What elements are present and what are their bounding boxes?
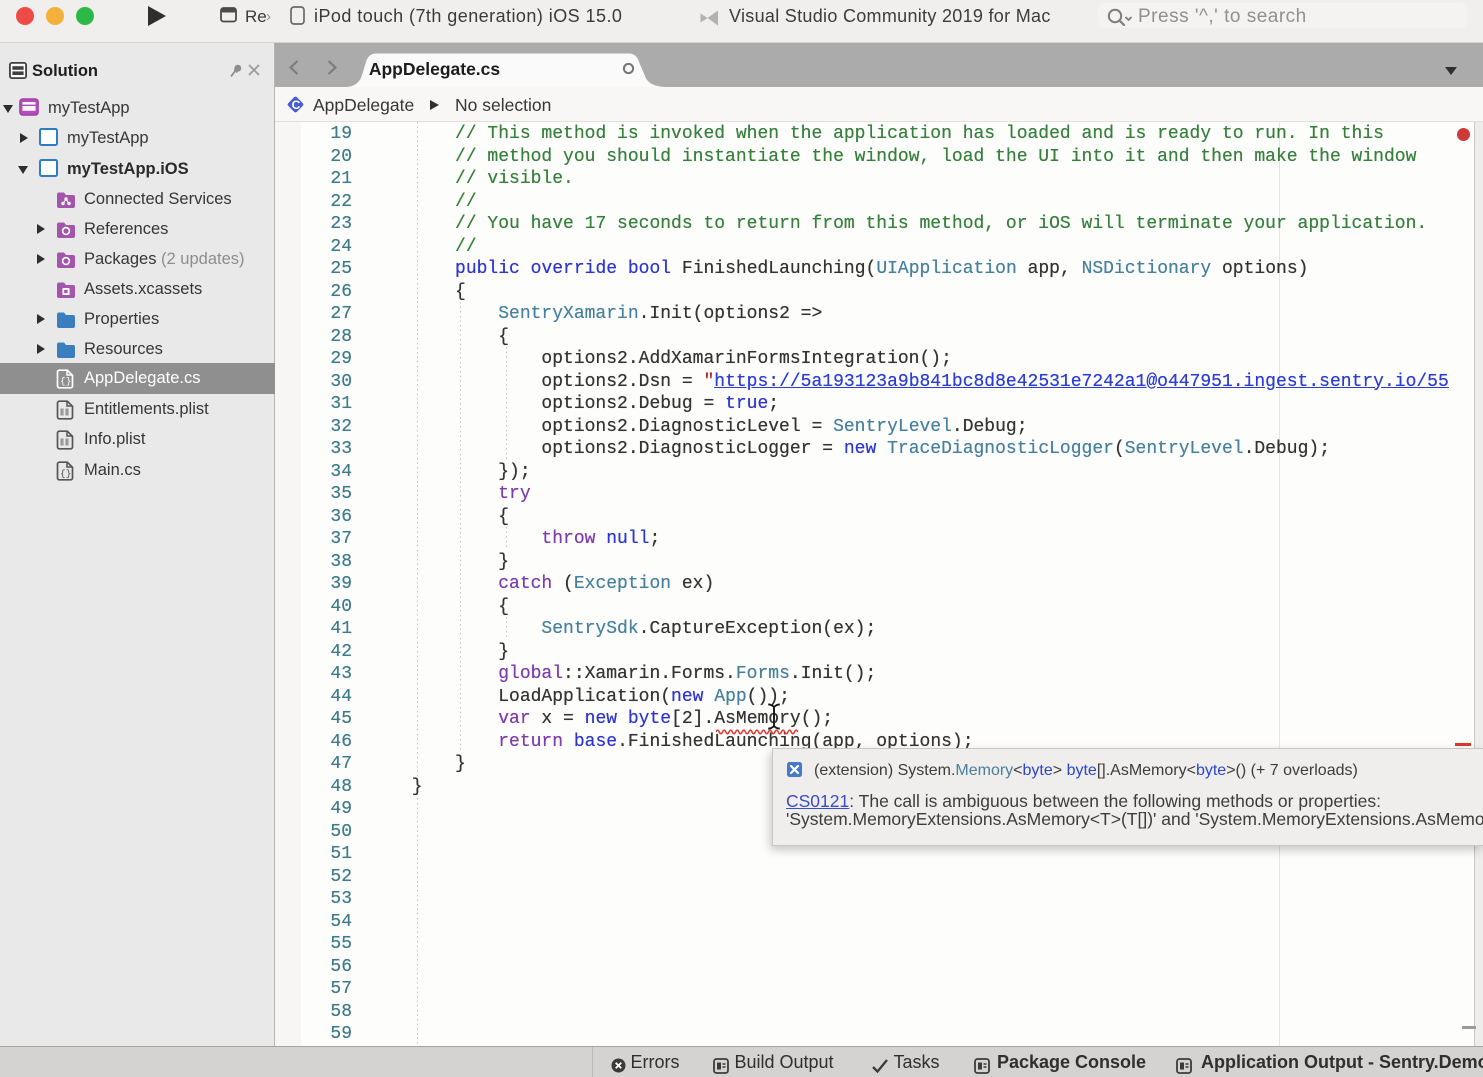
svg-text:C: C bbox=[292, 98, 301, 112]
svg-text:{}: {} bbox=[60, 376, 71, 387]
svg-text:{}: {} bbox=[60, 468, 71, 479]
